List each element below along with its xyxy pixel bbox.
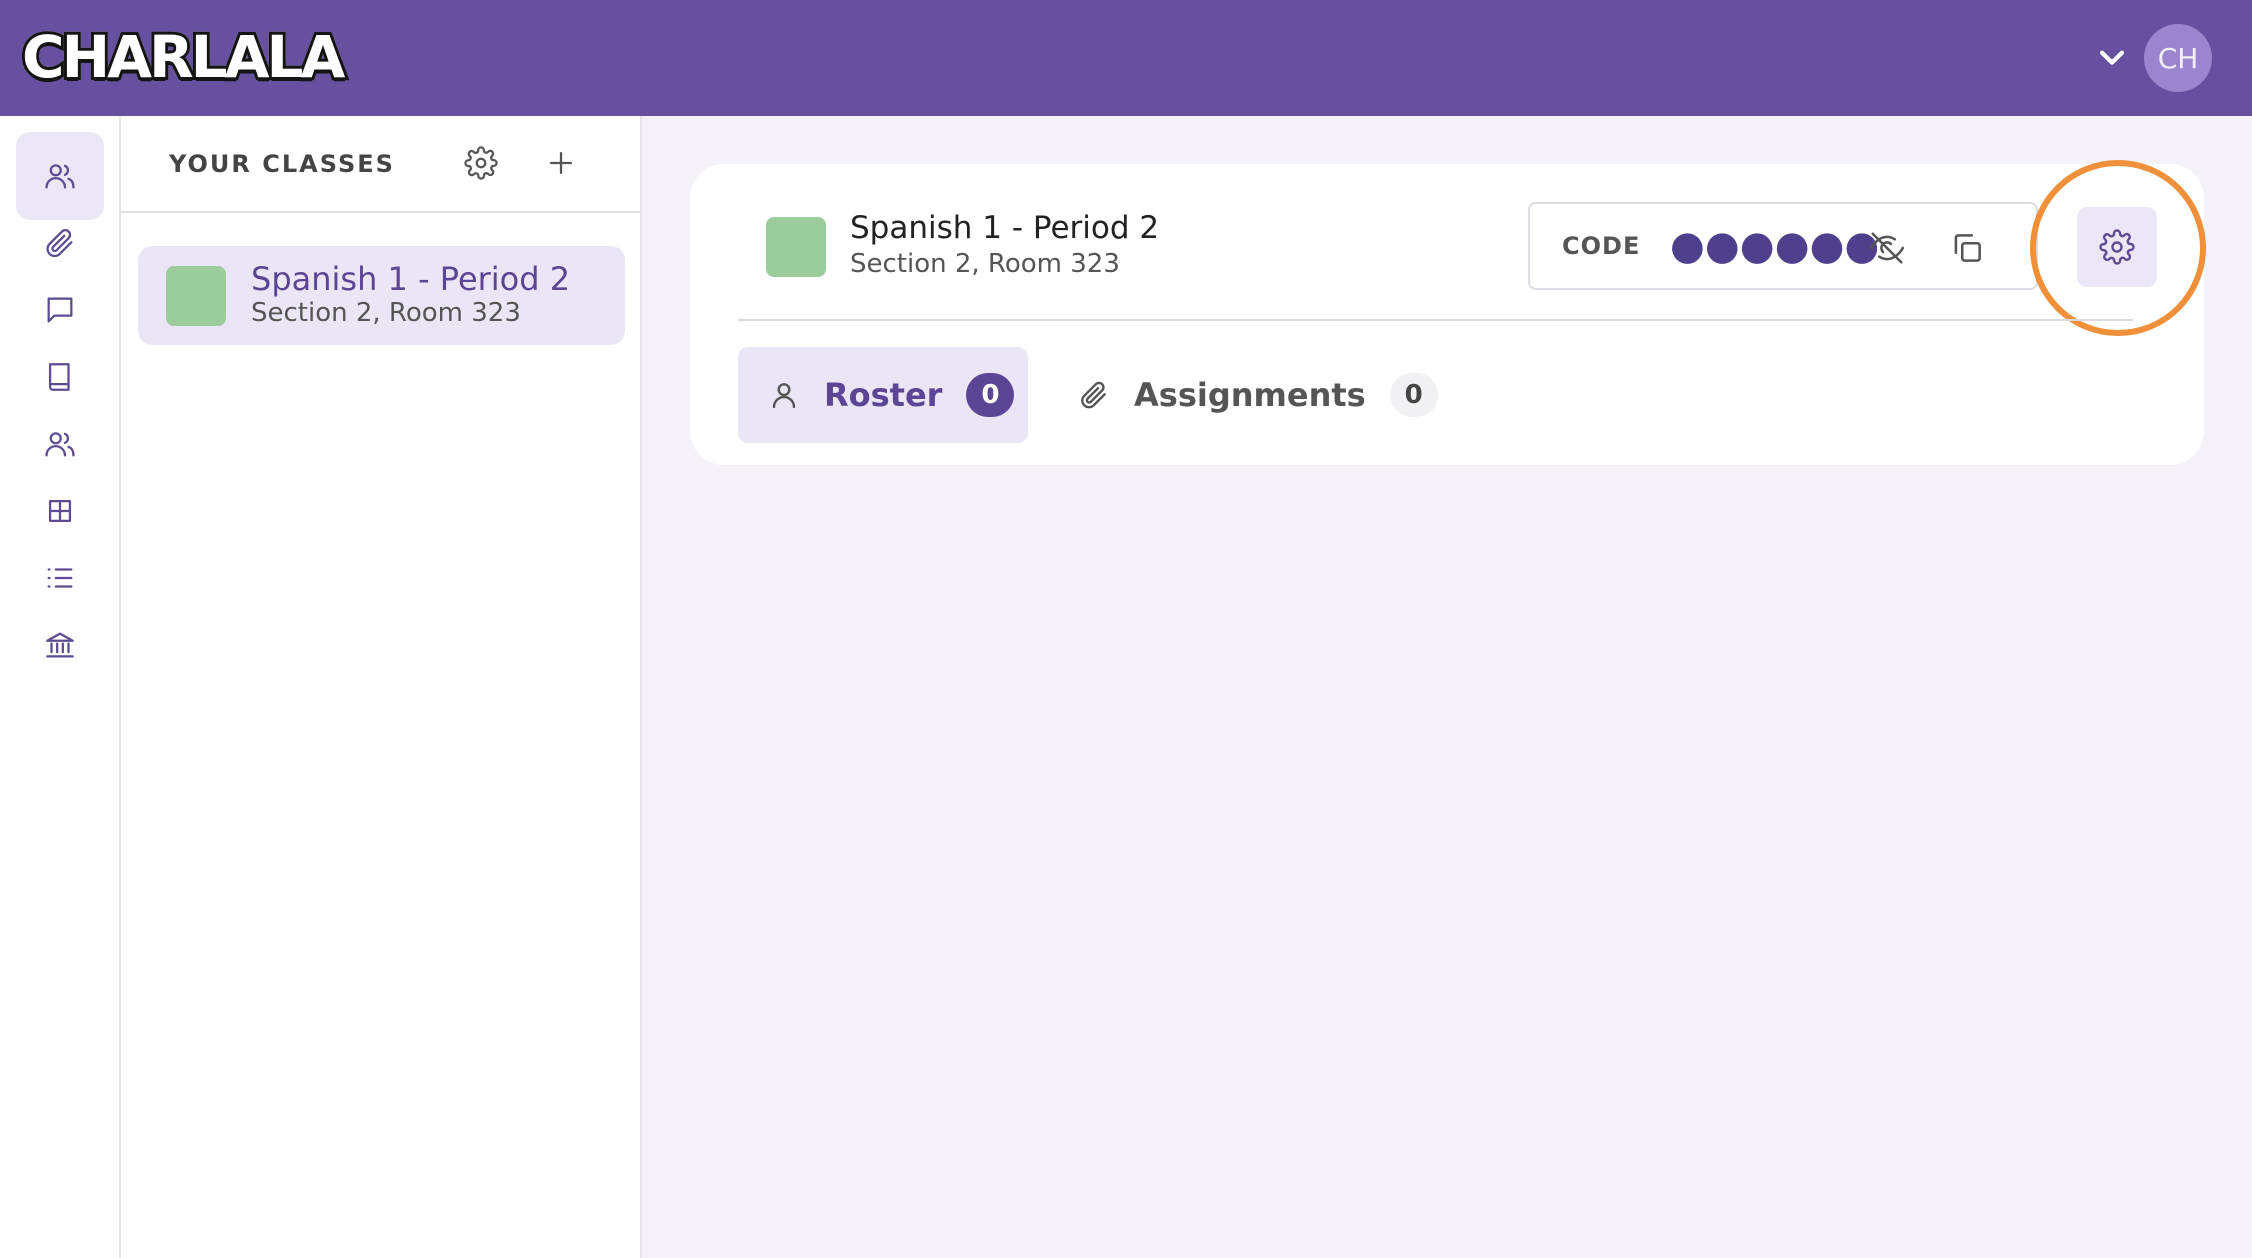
- roster-count-badge: 0: [966, 373, 1015, 417]
- toggle-code-visibility-button[interactable]: [1863, 224, 1911, 272]
- tab-assignments[interactable]: Assignments 0: [1078, 347, 1438, 443]
- list-icon: [47, 568, 73, 588]
- add-class-button[interactable]: [539, 141, 583, 185]
- eye-off-icon: [1869, 232, 1905, 264]
- class-settings-button[interactable]: [459, 141, 503, 185]
- institution-icon: [46, 632, 74, 658]
- paperclip-icon: [1081, 381, 1106, 409]
- divider: [738, 319, 2133, 321]
- paperclip-icon: [46, 229, 73, 258]
- class-color-swatch: [166, 266, 226, 326]
- class-list-item-name: Spanish 1 - Period 2: [251, 260, 571, 298]
- class-list-header: YOUR CLASSES: [121, 116, 640, 213]
- class-subtitle: Section 2, Room 323: [850, 249, 1120, 279]
- gear-icon: [2099, 229, 2135, 265]
- tab-assignments-label: Assignments: [1134, 376, 1366, 414]
- app-logo[interactable]: CHARLALA: [19, 20, 348, 94]
- class-list-title: YOUR CLASSES: [169, 150, 395, 178]
- chat-icon: [47, 297, 73, 323]
- user-icon: [772, 383, 796, 409]
- tab-roster-label: Roster: [824, 376, 943, 414]
- nav-school[interactable]: [16, 601, 104, 689]
- grid-icon: [48, 499, 72, 523]
- user-avatar[interactable]: CH: [2144, 24, 2212, 92]
- gear-icon: [464, 146, 498, 180]
- plus-icon: [549, 151, 573, 175]
- class-code-box: CODE ●●●●●●: [1528, 202, 2038, 290]
- users-icon: [45, 164, 75, 189]
- class-list-panel: YOUR CLASSES Spanish 1 - Period 2 Sectio…: [121, 116, 642, 1258]
- icon-sidebar: [0, 116, 121, 1258]
- class-list-item-subtitle: Section 2, Room 323: [251, 298, 521, 328]
- people-icon: [45, 432, 75, 457]
- top-bar: CHARLALA CH: [0, 0, 2252, 116]
- chevron-down-icon[interactable]: [2095, 40, 2129, 74]
- class-settings-button[interactable]: [2077, 207, 2157, 287]
- class-title: Spanish 1 - Period 2: [850, 210, 1160, 246]
- logo-text: CHARLALA: [19, 20, 348, 94]
- tab-roster[interactable]: Roster 0: [738, 347, 1028, 443]
- copy-icon: [1954, 234, 1981, 262]
- class-list-item[interactable]: Spanish 1 - Period 2 Section 2, Room 323: [138, 246, 625, 345]
- class-code-value: ●●●●●●: [1670, 223, 1880, 269]
- book-icon: [48, 363, 70, 391]
- copy-code-button[interactable]: [1943, 224, 1991, 272]
- code-label: CODE: [1562, 232, 1641, 260]
- class-detail-card: Spanish 1 - Period 2 Section 2, Room 323…: [690, 160, 2206, 465]
- class-color-swatch: [766, 217, 826, 277]
- assignments-count-badge: 0: [1389, 373, 1438, 417]
